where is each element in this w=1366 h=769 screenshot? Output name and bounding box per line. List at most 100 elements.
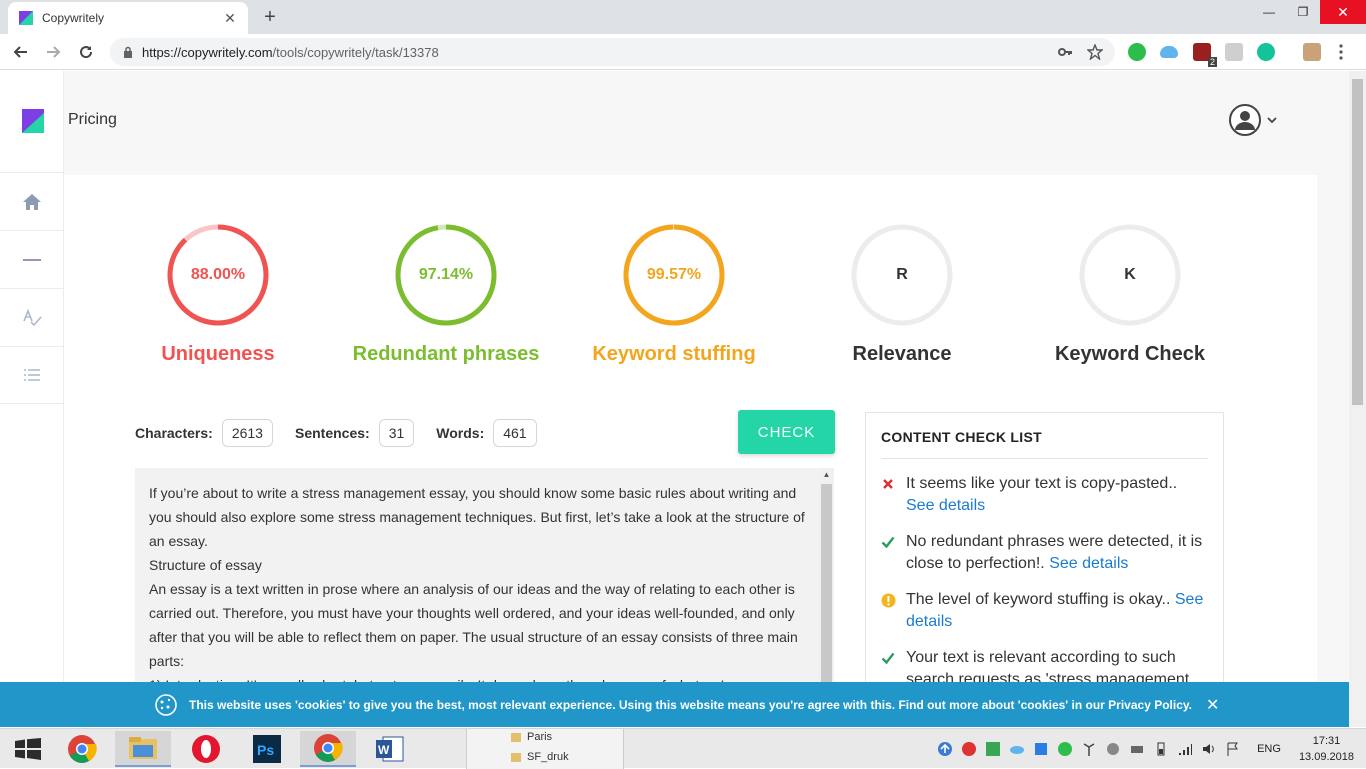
- photoshop-icon: Ps: [253, 735, 281, 763]
- chrome-icon: [314, 734, 343, 762]
- back-button[interactable]: [10, 41, 32, 63]
- key-icon[interactable]: [1057, 44, 1073, 60]
- sidebar-item-collapse[interactable]: [0, 230, 64, 288]
- onedrive-icon[interactable]: [1009, 741, 1025, 757]
- back-arrow-icon: [13, 46, 27, 58]
- home-icon: [23, 193, 41, 210]
- sentences-label: Sentences:: [294, 425, 370, 441]
- id-ext-icon[interactable]: [1225, 43, 1243, 61]
- metric-uniqueness[interactable]: 88.00% Uniqueness: [118, 223, 318, 366]
- bookmark-star-icon[interactable]: [1087, 44, 1103, 60]
- restore-button[interactable]: ❐: [1286, 0, 1320, 24]
- see-details-link[interactable]: See details: [906, 497, 985, 514]
- checklist-item: The level of keyword stuffing is okay.. …: [881, 589, 1208, 633]
- page-scrollbar[interactable]: [1349, 71, 1366, 727]
- copywritely-logo[interactable]: [22, 109, 44, 133]
- printer-icon[interactable]: [1129, 741, 1145, 757]
- ublock-ext-icon[interactable]: 2: [1193, 43, 1217, 67]
- metric-value: R: [896, 266, 908, 283]
- taskbar-word[interactable]: W: [362, 731, 418, 767]
- sentences-count: 31: [378, 419, 415, 447]
- warning-icon: [880, 592, 896, 608]
- opera-icon: [192, 735, 220, 763]
- profile-avatar[interactable]: [1303, 43, 1321, 61]
- metric-relevance[interactable]: R Relevance: [802, 223, 1002, 366]
- sidebar-item-list[interactable]: [0, 346, 64, 404]
- metric-keyword-check[interactable]: K Keyword Check: [1030, 223, 1230, 366]
- taskbar-opera[interactable]: [178, 731, 234, 767]
- tab-close-icon[interactable]: ✕: [222, 10, 238, 27]
- taskbar-folder-preview[interactable]: Paris SF_druk: [466, 729, 624, 769]
- start-button[interactable]: [0, 731, 56, 767]
- check-tray-icon[interactable]: [1057, 741, 1073, 757]
- system-clock[interactable]: 17:31 13.09.2018: [1299, 733, 1354, 765]
- sync-icon[interactable]: [985, 741, 1001, 757]
- page: Pricing 88.00% Uniqueness 97.14% Redunda…: [0, 71, 1349, 727]
- taskbar-photoshop[interactable]: Ps: [239, 731, 295, 767]
- kebab-menu-icon[interactable]: [1339, 44, 1343, 60]
- browser-tab[interactable]: Copywritely ✕: [8, 2, 248, 34]
- folder-item-label: Paris: [527, 731, 553, 743]
- taskbar-explorer[interactable]: [115, 731, 171, 767]
- folder-icon: [129, 737, 157, 759]
- network-share-icon[interactable]: [1033, 741, 1049, 757]
- address-bar[interactable]: https://copywritely.com/tools/copywritel…: [110, 38, 1115, 66]
- left-sidebar: [0, 71, 64, 727]
- url-host: https://copywritely.com: [142, 44, 273, 60]
- forward-button[interactable]: [42, 41, 64, 63]
- grammarly-ext-icon[interactable]: [1257, 43, 1275, 61]
- url-path: /tools/copywritely/task/13378: [272, 44, 439, 60]
- error-x-icon: [880, 476, 896, 492]
- battery-icon[interactable]: [1153, 741, 1169, 757]
- folder-item[interactable]: SF_druk: [511, 751, 569, 763]
- sidebar-item-home[interactable]: [0, 172, 64, 230]
- flag-icon[interactable]: [1225, 741, 1241, 757]
- metric-ring: 88.00%: [166, 223, 270, 327]
- security-icon[interactable]: [961, 741, 977, 757]
- folder-icon: [511, 752, 521, 762]
- word-icon: W: [376, 736, 404, 762]
- see-details-link[interactable]: See details: [1049, 555, 1128, 572]
- page-scroll-thumb[interactable]: [1352, 79, 1363, 405]
- cookie-close-icon[interactable]: ✕: [1206, 695, 1219, 715]
- metric-keyword-stuffing[interactable]: 99.57% Keyword stuffing: [574, 223, 774, 366]
- pricing-link[interactable]: Pricing: [68, 111, 117, 129]
- scroll-up-arrow-icon[interactable]: ▲: [819, 470, 834, 479]
- folder-item[interactable]: Paris: [511, 731, 552, 743]
- taskbar-chrome-active[interactable]: [300, 731, 356, 767]
- characters-label: Characters:: [135, 425, 213, 441]
- cookie-icon: [155, 693, 177, 716]
- top-header: Pricing: [64, 71, 1349, 172]
- sidebar-item-spellcheck[interactable]: [0, 288, 64, 346]
- signal-icon[interactable]: [1177, 741, 1193, 757]
- new-tab-button[interactable]: +: [260, 6, 280, 29]
- minimize-button[interactable]: —: [1252, 0, 1286, 24]
- upload-icon[interactable]: [937, 741, 953, 757]
- user-menu[interactable]: [1229, 104, 1277, 136]
- browser-tabbar: Copywritely ✕ + — ❐ ✕: [0, 0, 1366, 34]
- check-ext-icon[interactable]: [1128, 43, 1146, 61]
- essay-paragraph: Structure of essay: [149, 557, 262, 573]
- reload-button[interactable]: [75, 41, 97, 63]
- check-button[interactable]: CHECK: [738, 410, 835, 454]
- metric-ring: R: [850, 223, 954, 327]
- svg-text:W: W: [378, 743, 390, 757]
- windows-taskbar: Ps W Paris SF_druk ENG 17:31 13.09.2018: [0, 728, 1366, 769]
- tools-icon[interactable]: [1105, 741, 1121, 757]
- taskbar-chrome[interactable]: [54, 731, 110, 767]
- ublock-badge: 2: [1207, 57, 1217, 67]
- metric-redundant-phrases[interactable]: 97.14% Redundant phrases: [346, 223, 546, 366]
- metric-label: Keyword stuffing: [592, 343, 756, 365]
- checklist-title: CONTENT CHECK LIST: [881, 429, 1208, 459]
- metric-ring: 99.57%: [622, 223, 726, 327]
- cloud-ext-icon[interactable]: [1160, 46, 1178, 58]
- chrome-icon: [68, 735, 97, 763]
- language-indicator[interactable]: ENG: [1257, 743, 1281, 755]
- folder-icon: [511, 732, 521, 742]
- window-close-button[interactable]: ✕: [1320, 0, 1366, 24]
- list-icon: [24, 369, 40, 381]
- volume-icon[interactable]: [1201, 741, 1217, 757]
- svg-text:Ps: Ps: [257, 742, 274, 758]
- antenna-icon[interactable]: [1081, 741, 1097, 757]
- metric-value: 88.00%: [190, 266, 246, 283]
